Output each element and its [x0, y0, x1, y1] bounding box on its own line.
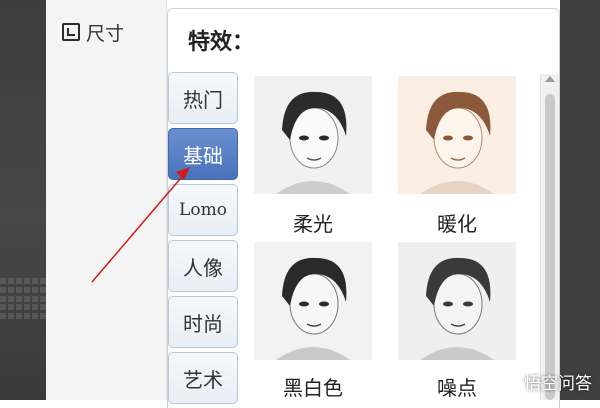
- effects-scrollbar[interactable]: [540, 74, 559, 400]
- tab-basic[interactable]: 基础: [168, 128, 238, 180]
- effect-label-warm: 暖化: [437, 212, 477, 236]
- watermark: 悟空问答: [494, 369, 592, 394]
- portrait-thumbnail: [398, 76, 516, 194]
- tab-hot[interactable]: 热门: [168, 72, 238, 124]
- left-dark-strip: [0, 0, 46, 400]
- scroll-thumb[interactable]: [545, 94, 555, 400]
- tab-art[interactable]: 艺术: [168, 352, 238, 404]
- portrait-thumbnail: [254, 242, 372, 360]
- effect-thumb-warm[interactable]: [398, 76, 516, 194]
- portrait-thumbnail: [254, 76, 372, 194]
- tab-lomo[interactable]: Lomo: [168, 184, 238, 236]
- tab-portrait[interactable]: 人像: [168, 240, 238, 292]
- resize-icon: [62, 23, 80, 41]
- effect-thumb-noise[interactable]: [398, 242, 516, 360]
- speech-bubble-logo-icon: [494, 371, 518, 392]
- effects-category-tabs: 热门 基础 Lomo 人像 时尚 艺术: [168, 72, 240, 408]
- scroll-up-arrow-icon[interactable]: [545, 76, 555, 82]
- size-tool-button[interactable]: 尺寸: [62, 18, 124, 46]
- color-swatches: [0, 278, 46, 320]
- effects-title: 特效：: [188, 30, 255, 55]
- effect-thumb-black-white[interactable]: [254, 242, 372, 360]
- effect-label-black-white: 黑白色: [283, 376, 343, 400]
- portrait-thumbnail: [398, 242, 516, 360]
- right-dark-strip: [560, 0, 600, 400]
- left-tool-panel: [46, 0, 167, 400]
- effect-label-soft-light: 柔光: [293, 212, 333, 236]
- effect-thumb-soft-light[interactable]: [254, 76, 372, 194]
- size-tool-label: 尺寸: [86, 22, 125, 45]
- watermark-text: 悟空问答: [524, 374, 592, 394]
- tab-fashion[interactable]: 时尚: [168, 296, 238, 348]
